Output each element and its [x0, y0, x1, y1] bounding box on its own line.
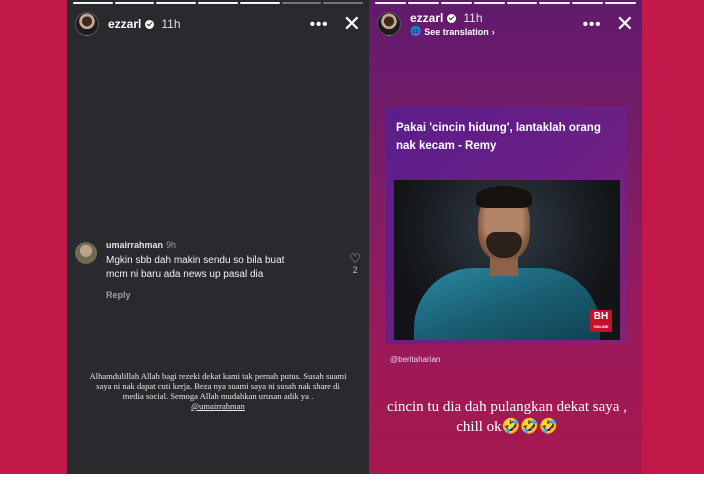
more-dots-icon[interactable]: ••• [583, 17, 602, 32]
progress-segment [323, 2, 364, 4]
photo-body-shape [414, 268, 600, 340]
user-info: ezzarl 11h 🌐 See translation › [410, 11, 495, 37]
news-post-card[interactable]: Pakai 'cincin hidung', lantaklah orang n… [386, 107, 627, 344]
comment-sticker[interactable]: umairrahman 9h Mgkin sbb dah makin sendu … [75, 240, 365, 300]
avatar[interactable] [377, 12, 401, 36]
progress-segment [506, 2, 538, 4]
more-dots-icon[interactable]: ••• [310, 17, 329, 32]
close-icon[interactable]: ✕ [343, 13, 361, 35]
story-header: ezzarl 11h ••• ✕ [75, 10, 361, 38]
news-headline: Pakai 'cincin hidung', lantaklah orang n… [396, 122, 601, 152]
progress-segment [114, 2, 155, 4]
story-header: ezzarl 11h 🌐 See translation › ••• ✕ [377, 10, 634, 38]
progress-segment [73, 2, 113, 4]
progress-segment [572, 2, 604, 4]
progress-segment [156, 2, 197, 4]
story-panel-right[interactable]: ezzarl 11h 🌐 See translation › ••• ✕ Pak… [369, 0, 642, 474]
logo-main-text: BH [593, 311, 609, 322]
see-translation-link[interactable]: 🌐 See translation › [410, 26, 495, 37]
comment-header: umairrahman 9h [106, 240, 365, 250]
like-count: 2 [352, 265, 358, 275]
story-panel-left[interactable]: ezzarl 11h ••• ✕ umairrahman 9h Mgkin sbb… [67, 0, 369, 474]
username[interactable]: ezzarl [410, 11, 443, 25]
mention-tag[interactable]: @umairrahman [87, 401, 349, 411]
verified-badge-icon [447, 13, 457, 23]
heart-icon[interactable]: ♡ [349, 252, 361, 265]
comment-text: Mgkin sbb dah makin sendu so bila buat m… [106, 255, 285, 280]
progress-segment [605, 2, 636, 4]
news-photo: BH ONLINE [394, 180, 620, 340]
progress-segment [239, 2, 280, 4]
user-info: ezzarl 11h [108, 17, 181, 31]
progress-segment [407, 2, 439, 4]
username[interactable]: ezzarl [108, 17, 141, 31]
photo-hair-shape [476, 186, 532, 208]
progress-segment [539, 2, 571, 4]
post-time: 11h [161, 17, 181, 31]
progress-segment [375, 2, 406, 4]
progress-segment [198, 2, 238, 4]
bottom-strip [0, 474, 704, 488]
comment-time: 9h [166, 240, 177, 250]
globe-icon: 🌐 [410, 26, 422, 36]
progress-segment [440, 2, 472, 4]
story-text-overlay: cincin tu dia dah pulangkan dekat saya ,… [387, 399, 627, 435]
story-progress-bar [73, 2, 364, 4]
avatar [75, 242, 97, 264]
story-caption: Alhamdulillah Allah bagi rezeki dekat ka… [87, 371, 349, 411]
post-time: 11h [463, 11, 483, 25]
avatar[interactable] [75, 12, 99, 36]
news-credit-mention[interactable]: @beritaharian [390, 355, 440, 364]
caption-text: Alhamdulillah Allah bagi rezeki dekat ka… [89, 371, 347, 401]
logo-sub-text: ONLINE [593, 324, 609, 329]
comment-username: umairrahman [106, 240, 164, 250]
comment-like[interactable]: ♡ 2 [349, 252, 361, 275]
close-icon[interactable]: ✕ [616, 13, 634, 35]
reply-button[interactable]: Reply [106, 290, 365, 300]
progress-segment [281, 2, 322, 4]
progress-segment [473, 2, 505, 4]
see-translation-label: See translation [424, 26, 489, 37]
verified-badge-icon [145, 19, 155, 29]
bh-online-logo: BH ONLINE [590, 310, 612, 332]
story-progress-bar [375, 2, 636, 4]
chevron-right-icon: › [491, 26, 495, 37]
